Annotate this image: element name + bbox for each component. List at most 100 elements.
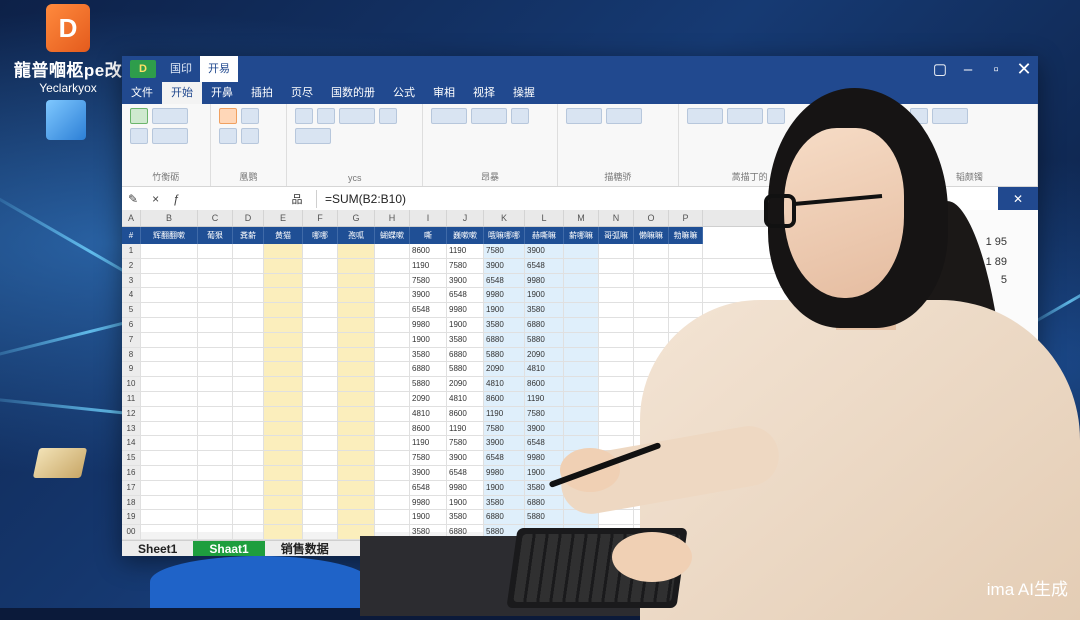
table-cell[interactable] <box>264 406 303 421</box>
table-cell[interactable] <box>233 347 264 362</box>
table-cell[interactable] <box>338 303 375 317</box>
table-cell[interactable]: 5880 <box>484 347 525 362</box>
table-cell[interactable]: 1900 <box>525 288 564 303</box>
table-cell[interactable] <box>198 451 233 465</box>
menu-file[interactable]: 文件 <box>122 82 162 104</box>
table-cell[interactable]: 1900 <box>410 332 447 347</box>
format-cells-icon[interactable] <box>766 108 785 124</box>
folder-icon[interactable] <box>46 100 86 140</box>
table-cell[interactable] <box>669 288 703 303</box>
table-cell[interactable] <box>141 436 198 451</box>
table-cell[interactable]: 5880 <box>410 377 447 391</box>
table-cell[interactable] <box>634 258 669 273</box>
cut-icon[interactable] <box>152 108 188 124</box>
table-cell[interactable]: 2090 <box>525 347 564 362</box>
table-cell[interactable] <box>264 303 303 317</box>
table-cell[interactable]: 6880 <box>447 347 484 362</box>
number-format-icon[interactable] <box>431 108 468 124</box>
table-cell[interactable]: 3900 <box>484 258 525 273</box>
desktop-app-shortcut[interactable]: D 龍普嗰柩pe改 Yeclarkyox <box>8 4 128 95</box>
table-cell[interactable] <box>198 332 233 347</box>
sheet-tab[interactable]: 销售数据 <box>265 541 345 556</box>
table-cell[interactable]: 1190 <box>410 436 447 451</box>
table-cell[interactable] <box>303 421 338 436</box>
table-cell[interactable]: 9980 <box>447 303 484 317</box>
column-header[interactable]: A <box>122 210 141 226</box>
column-header[interactable]: M <box>564 210 599 226</box>
conditional-format-icon[interactable] <box>605 108 642 124</box>
table-cell[interactable] <box>198 465 233 480</box>
table-cell[interactable] <box>599 406 634 421</box>
table-header-cell[interactable]: 巍嗽嗽 <box>447 227 484 244</box>
column-header[interactable]: H <box>375 210 410 226</box>
table-cell[interactable]: 6880 <box>484 510 525 525</box>
minimize-icon[interactable]: ‒ <box>954 61 982 78</box>
function-icon[interactable]: ƒ <box>173 192 180 206</box>
table-cell[interactable] <box>375 332 410 347</box>
column-header[interactable]: G <box>338 210 375 226</box>
table-cell[interactable] <box>303 436 338 451</box>
table-cell[interactable] <box>233 495 264 510</box>
table-cell[interactable] <box>233 258 264 273</box>
table-header-cell[interactable]: 蝴蝶嗽 <box>375 227 410 244</box>
column-header[interactable]: E <box>264 210 303 226</box>
table-cell[interactable] <box>338 510 375 525</box>
table-cell[interactable] <box>669 273 703 288</box>
table-cell[interactable] <box>264 451 303 465</box>
table-cell[interactable] <box>233 465 264 480</box>
table-format-icon[interactable] <box>471 108 508 124</box>
table-cell[interactable]: 6880 <box>410 362 447 377</box>
table-cell[interactable]: 1190 <box>525 391 564 406</box>
table-cell[interactable]: 6548 <box>410 303 447 317</box>
table-cell[interactable] <box>338 377 375 391</box>
table-cell[interactable]: 5880 <box>447 362 484 377</box>
table-cell[interactable]: 9980 <box>484 465 525 480</box>
table-cell[interactable] <box>264 480 303 495</box>
table-cell[interactable]: 1900 <box>447 495 484 510</box>
table-cell[interactable] <box>669 258 703 273</box>
table-cell[interactable] <box>338 258 375 273</box>
table-cell[interactable] <box>264 362 303 377</box>
table-cell[interactable]: 3900 <box>447 451 484 465</box>
table-cell[interactable] <box>264 391 303 406</box>
table-cell[interactable]: 1900 <box>484 480 525 495</box>
table-cell[interactable] <box>599 288 634 303</box>
table-cell[interactable] <box>141 332 198 347</box>
table-cell[interactable] <box>264 273 303 288</box>
table-cell[interactable] <box>375 495 410 510</box>
table-cell[interactable] <box>141 451 198 465</box>
table-cell[interactable]: 2090 <box>484 362 525 377</box>
table-cell[interactable] <box>669 244 703 258</box>
column-header[interactable]: L <box>525 210 564 226</box>
paste-icon[interactable] <box>130 108 148 124</box>
table-cell[interactable] <box>338 362 375 377</box>
table-cell[interactable] <box>375 347 410 362</box>
table-cell[interactable] <box>303 258 338 273</box>
table-cell[interactable]: 1900 <box>484 303 525 317</box>
table-cell[interactable] <box>338 465 375 480</box>
table-cell[interactable] <box>264 288 303 303</box>
table-cell[interactable] <box>233 451 264 465</box>
table-cell[interactable] <box>303 273 338 288</box>
table-cell[interactable]: 4810 <box>484 377 525 391</box>
table-cell[interactable]: 5880 <box>525 510 564 525</box>
insert-cells-icon[interactable] <box>686 108 723 124</box>
table-cell[interactable]: 7580 <box>410 273 447 288</box>
table-header-cell[interactable]: 勃嘛嘛 <box>669 227 703 244</box>
table-cell[interactable] <box>599 244 634 258</box>
column-header[interactable]: N <box>599 210 634 226</box>
table-cell[interactable] <box>303 406 338 421</box>
table-cell[interactable] <box>198 377 233 391</box>
menu-insert[interactable]: 插拍 <box>242 82 282 104</box>
table-cell[interactable] <box>264 317 303 332</box>
table-cell[interactable] <box>564 244 599 258</box>
table-cell[interactable] <box>338 421 375 436</box>
table-cell[interactable]: 9980 <box>484 288 525 303</box>
menu-data[interactable]: 国数的册 <box>322 82 384 104</box>
table-cell[interactable]: 7580 <box>410 451 447 465</box>
table-cell[interactable]: 4810 <box>525 362 564 377</box>
align-center-icon[interactable] <box>317 108 336 124</box>
formula-close-icon[interactable]: ✕ <box>998 187 1038 211</box>
copy-icon[interactable] <box>130 128 148 144</box>
table-header-cell[interactable]: # <box>122 227 141 244</box>
